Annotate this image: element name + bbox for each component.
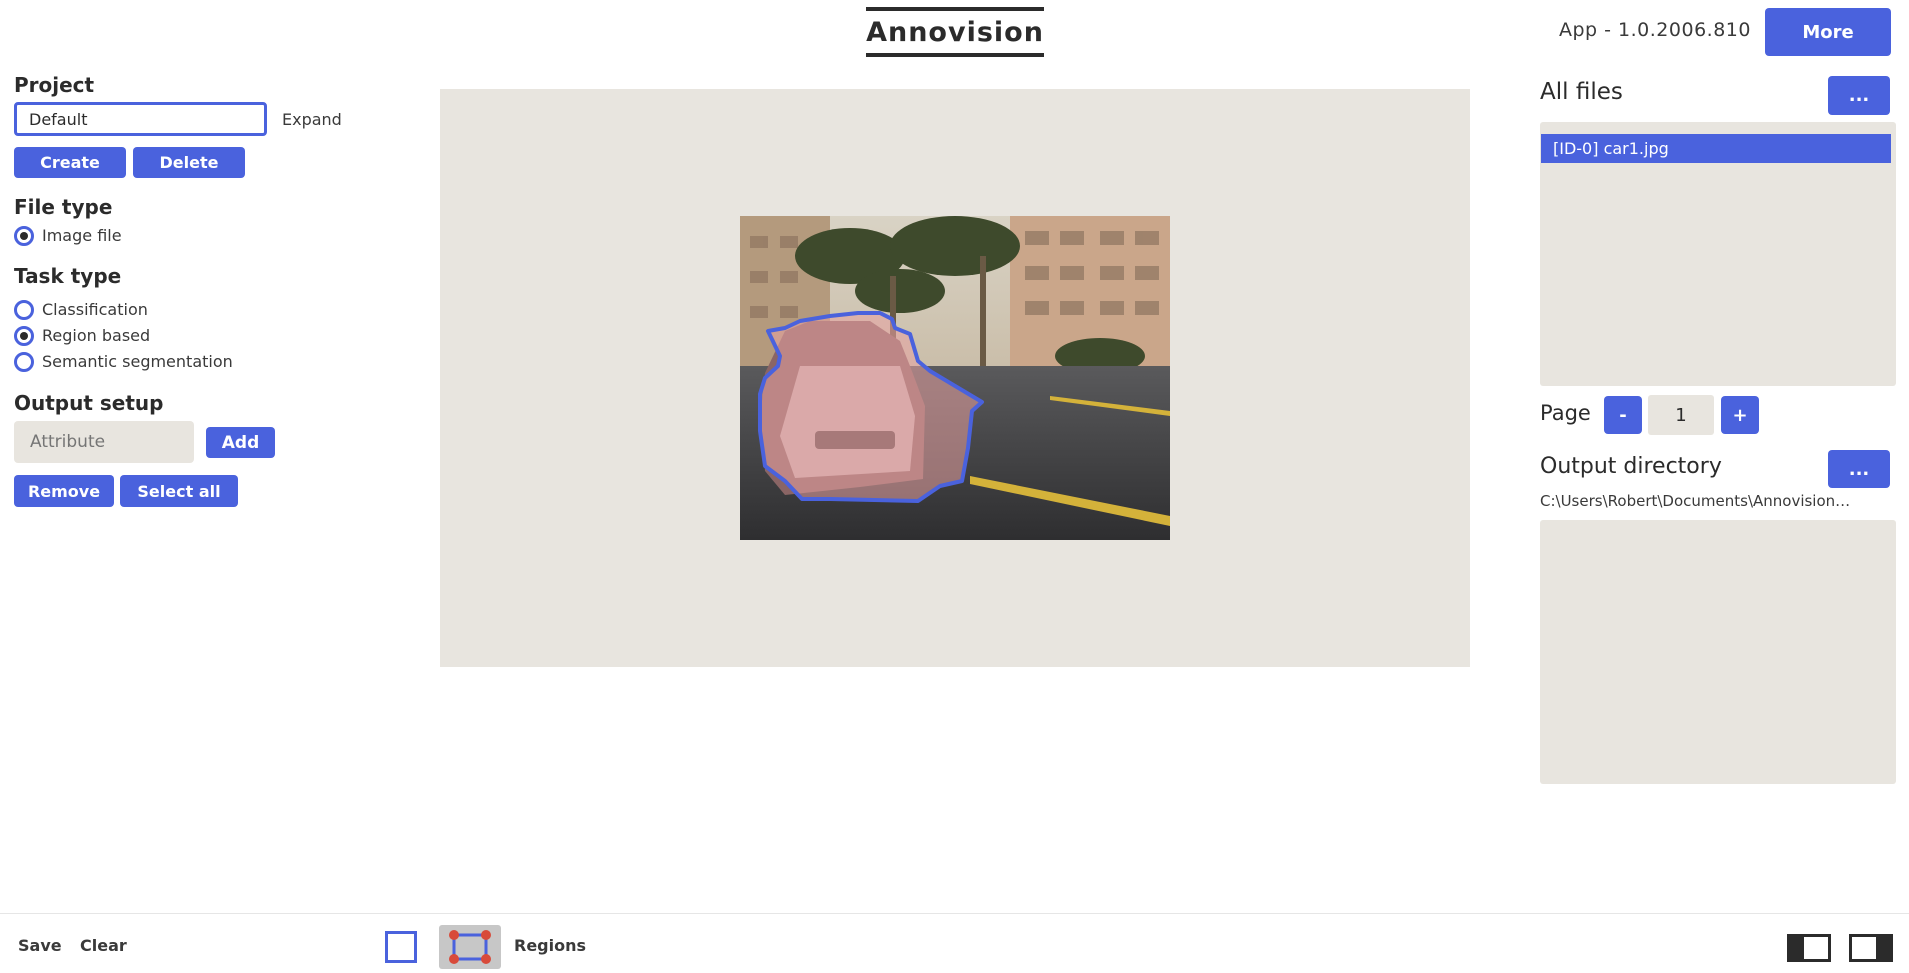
- regions-link[interactable]: Regions: [514, 936, 586, 955]
- more-button[interactable]: More: [1765, 8, 1891, 56]
- square-outline-icon: [385, 931, 417, 963]
- region-based-label: Region based: [42, 326, 151, 345]
- file-list-item-label: [ID-0] car1.jpg: [1553, 139, 1669, 158]
- clear-link[interactable]: Clear: [80, 936, 127, 955]
- file-list-item[interactable]: [ID-0] car1.jpg: [1541, 134, 1891, 163]
- files-menu-button[interactable]: ...: [1828, 76, 1890, 115]
- app-title: Annovision: [866, 7, 1044, 57]
- layout-left-panel-button[interactable]: [1787, 934, 1831, 962]
- task-type-heading: Task type: [14, 264, 122, 288]
- output-setup-heading: Output setup: [14, 391, 164, 415]
- create-project-button[interactable]: Create: [14, 147, 126, 178]
- page-label: Page: [1540, 401, 1591, 425]
- add-attribute-button[interactable]: Add: [206, 427, 275, 458]
- region-based-radio[interactable]: [14, 326, 34, 346]
- select-all-button[interactable]: Select all: [120, 475, 238, 507]
- output-directory-list[interactable]: [1540, 520, 1896, 784]
- output-directory-heading: Output directory: [1540, 454, 1722, 479]
- car-image[interactable]: [740, 216, 1170, 540]
- file-type-heading: File type: [14, 195, 113, 219]
- semantic-segmentation-radio[interactable]: [14, 352, 34, 372]
- project-heading: Project: [14, 73, 95, 97]
- classification-label: Classification: [42, 300, 148, 319]
- output-directory-menu-button[interactable]: ...: [1828, 450, 1890, 488]
- all-files-heading: All files: [1540, 79, 1623, 105]
- remove-attribute-button[interactable]: Remove: [14, 475, 114, 507]
- polygon-tool-button[interactable]: [439, 925, 501, 969]
- files-list[interactable]: [ID-0] car1.jpg: [1540, 122, 1896, 386]
- project-name-input[interactable]: [14, 102, 267, 136]
- image-file-label: Image file: [42, 226, 122, 245]
- page-number-field[interactable]: 1: [1648, 395, 1714, 435]
- page-prev-button[interactable]: -: [1604, 396, 1642, 434]
- page-number-value: 1: [1675, 404, 1687, 426]
- image-file-radio[interactable]: [14, 226, 34, 246]
- polygon-handles-icon: [449, 930, 491, 964]
- delete-project-button[interactable]: Delete: [133, 147, 245, 178]
- annotation-canvas[interactable]: [440, 89, 1470, 667]
- rectangle-tool-button[interactable]: [384, 930, 418, 964]
- app-version: App - 1.0.2006.810: [1559, 19, 1751, 41]
- attribute-input[interactable]: [14, 421, 194, 463]
- semantic-segmentation-label: Semantic segmentation: [42, 352, 233, 371]
- footer-divider: [0, 913, 1909, 914]
- output-directory-path: C:\Users\Robert\Documents\Annovision…: [1540, 492, 1851, 510]
- layout-right-panel-icon: [1849, 934, 1893, 962]
- layout-left-panel-icon: [1787, 934, 1831, 962]
- layout-right-panel-button[interactable]: [1849, 934, 1893, 962]
- page-next-button[interactable]: +: [1721, 396, 1759, 434]
- save-link[interactable]: Save: [18, 936, 62, 955]
- app-title-text: Annovision: [866, 16, 1044, 48]
- classification-radio[interactable]: [14, 300, 34, 320]
- expand-link[interactable]: Expand: [282, 110, 342, 129]
